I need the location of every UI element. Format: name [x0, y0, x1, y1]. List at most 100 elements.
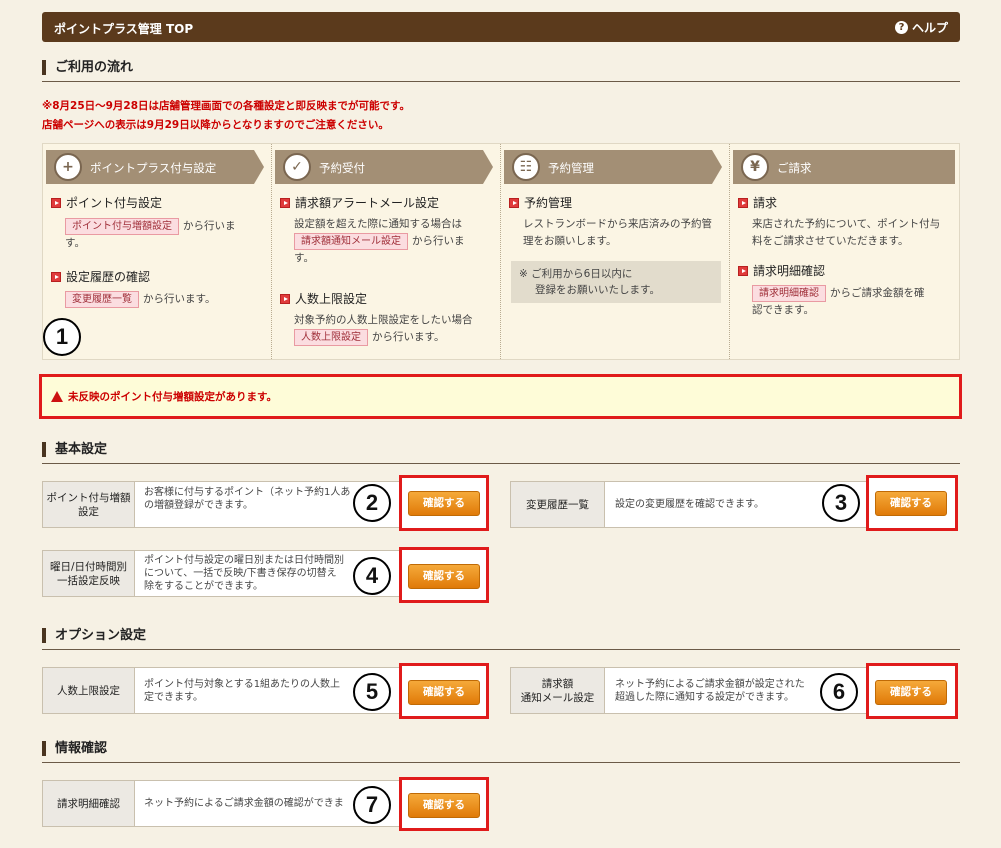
- card-desc: ネット予約によるご請求金額の確認ができま: [144, 798, 344, 809]
- page-header: ポイントプラス管理 TOP ? ヘルプ: [42, 12, 960, 42]
- page-title: ポイントプラス管理 TOP: [54, 22, 194, 36]
- flow-item-title-text: 請求額アラートメール設定: [295, 196, 440, 210]
- marker-3: 3: [822, 484, 860, 522]
- card-label: 変更履歴一覧: [511, 482, 605, 527]
- flow-item-title-text: 予約管理: [524, 196, 573, 210]
- card-desc: ネット予約によるご請求金額が設定された 超過した際に通知する設定ができます。: [615, 679, 805, 703]
- card-label: 曜日/日付時間別 一括設定反映: [43, 551, 135, 596]
- warning-text: 未反映のポイント付与増額設定があります。: [68, 391, 277, 403]
- notice-line-1: ※8月25日～9月28日は店舗管理画面での各種設定と即反映までが可能です。: [42, 100, 410, 112]
- section-title-basic: 基本設定: [42, 442, 107, 457]
- flow-step-header: + ポイントプラス付与設定: [46, 150, 264, 184]
- flow-text-before: 対象予約の人数上限設定をしたい場合: [294, 314, 473, 326]
- flow-text-after: から行います。: [372, 331, 445, 343]
- flow-item-title-text: 請求: [753, 196, 778, 210]
- notice-text: ※8月25日～9月28日は店舗管理画面での各種設定と即反映までが可能です。 店舗…: [42, 97, 410, 135]
- flow-item-title-text: ポイント付与設定: [66, 196, 163, 210]
- marker-4: 4: [353, 557, 391, 595]
- button-highlight: 確認する: [399, 663, 489, 719]
- red-arrow-square-icon: [51, 271, 61, 282]
- red-arrow-square-icon: [280, 293, 290, 304]
- point-increase-tag[interactable]: ポイント付与増額設定: [65, 218, 179, 235]
- marker-1: 1: [43, 318, 81, 356]
- flow-item-text: 変更履歴一覧 から行います。: [65, 291, 215, 308]
- flow-item-title: 予約管理: [509, 194, 572, 211]
- flow-step-reservation-management: ☷ 予約管理 予約管理 レストランボードから来店済みの予約管 理をお願いします。…: [501, 144, 730, 359]
- marker-6: 6: [820, 673, 858, 711]
- flow-step-label: ポイントプラス付与設定: [90, 161, 217, 175]
- card-desc: 設定の変更履歴を確認できます。: [615, 499, 764, 510]
- flow-step-label: 予約管理: [548, 161, 594, 175]
- flow-text-after: から行います。: [143, 293, 216, 305]
- warning-banner: 未反映のポイント付与増額設定があります。: [39, 374, 962, 419]
- button-highlight: 確認する: [866, 475, 958, 531]
- history-list-tag[interactable]: 変更履歴一覧: [65, 291, 139, 308]
- confirm-button-bulk-reflect[interactable]: 確認する: [408, 564, 480, 589]
- billing-mail-tag[interactable]: 請求額通知メール設定: [294, 233, 408, 250]
- section-title-option: オプション設定: [42, 628, 146, 643]
- calendar-check-icon: ✓: [283, 153, 311, 181]
- card-desc: お客様に付与するポイント（ネット予約1人あ の増額登録ができます。: [144, 487, 351, 511]
- help-link[interactable]: ? ヘルプ: [894, 19, 948, 36]
- card-label: 人数上限設定: [43, 668, 135, 713]
- section-divider: [42, 762, 960, 763]
- registration-note: ※ ご利用から6日以内に 登録をお願いいたします。: [511, 261, 721, 303]
- flow-text-cont: す。: [294, 252, 314, 264]
- card-billing-mail: 請求額 通知メール設定 ネット予約によるご請求金額が設定された 超過した際に通知…: [510, 667, 870, 714]
- flow-step-header: ¥ ご請求: [733, 150, 955, 184]
- button-highlight: 確認する: [866, 663, 958, 719]
- flow-item-text: 設定額を超えた際に通知する場合は 請求額通知メール設定 から行いま す。: [294, 216, 465, 267]
- flow-item-text: ポイント付与増額設定 から行いま す。: [65, 218, 236, 252]
- calendar-gear-icon: ☷: [512, 153, 540, 181]
- marker-2: 2: [353, 484, 391, 522]
- flow-item-title: 設定履歴の確認: [51, 268, 150, 285]
- confirm-button-billing-mail[interactable]: 確認する: [875, 680, 947, 705]
- help-circle-icon: ?: [894, 21, 908, 34]
- flow-text-after: から行いま: [412, 235, 465, 247]
- card-billing-detail: 請求明細確認 ネット予約によるご請求金額の確認ができま: [42, 780, 400, 827]
- marker-5: 5: [353, 673, 391, 711]
- flow-item-text: 対象予約の人数上限設定をしたい場合 人数上限設定 から行います。: [294, 312, 473, 346]
- billing-detail-tag[interactable]: 請求明細確認: [752, 285, 826, 302]
- card-label: 請求額 通知メール設定: [511, 668, 605, 713]
- section-title-flow: ご利用の流れ: [42, 60, 133, 75]
- card-desc: ポイント付与対象とする1組あたりの人数上 定できます。: [144, 679, 341, 703]
- flow-text-cont: す。: [65, 237, 85, 249]
- red-arrow-square-icon: [738, 197, 748, 208]
- flow-item-title-text: 設定履歴の確認: [66, 270, 151, 284]
- section-title-info: 情報確認: [42, 741, 107, 756]
- note-line-2: 登録をお願いいたします。: [535, 284, 660, 296]
- confirm-button-point-increase[interactable]: 確認する: [408, 491, 480, 516]
- red-arrow-square-icon: [280, 197, 290, 208]
- red-arrow-square-icon: [51, 197, 61, 208]
- coin-plus-icon: +: [54, 153, 82, 181]
- flow-item-title-text: 請求明細確認: [753, 264, 826, 278]
- flow-text-after: から行いま: [183, 220, 236, 232]
- card-change-history: 変更履歴一覧 設定の変更履歴を確認できます。: [510, 481, 870, 528]
- card-point-increase: ポイント付与増額 設定 お客様に付与するポイント（ネット予約1人あ の増額登録が…: [42, 481, 400, 528]
- flow-step-header: ✓ 予約受付: [275, 150, 493, 184]
- note-line-1: ※ ご利用から6日以内に: [519, 268, 633, 280]
- button-highlight: 確認する: [399, 475, 489, 531]
- guest-limit-tag[interactable]: 人数上限設定: [294, 329, 368, 346]
- section-divider: [42, 649, 960, 650]
- warning-triangle-icon: [51, 391, 63, 402]
- button-highlight: 確認する: [399, 777, 489, 831]
- flow-step-label: ご請求: [777, 161, 812, 175]
- card-label: 請求明細確認: [43, 781, 135, 826]
- confirm-button-guest-limit[interactable]: 確認する: [408, 680, 480, 705]
- section-divider: [42, 81, 960, 82]
- button-highlight: 確認する: [399, 547, 489, 603]
- flow-text-before: 来店された予約について、ポイント付与: [752, 218, 941, 230]
- flow-item-title: 請求額アラートメール設定: [280, 194, 439, 211]
- flow-step-billing: ¥ ご請求 請求 来店された予約について、ポイント付与 料をご請求させていただき…: [730, 144, 959, 359]
- flow-text-cont: 理をお願いします。: [523, 235, 617, 247]
- confirm-button-billing-detail[interactable]: 確認する: [408, 793, 480, 818]
- flow-item-text: 請求明細確認 からご請求金額を確 認できます。: [752, 285, 925, 319]
- card-label: ポイント付与増額 設定: [43, 482, 135, 527]
- card-desc: ポイント付与設定の曜日別または日付時間別 について、一括で反映/下書き保存の切替…: [144, 555, 344, 592]
- flow-item-title: 人数上限設定: [280, 290, 367, 307]
- red-arrow-square-icon: [738, 265, 748, 276]
- notice-line-2: 店舗ページへの表示は9月29日以降からとなりますのでご注意ください。: [42, 119, 389, 131]
- confirm-button-change-history[interactable]: 確認する: [875, 491, 947, 516]
